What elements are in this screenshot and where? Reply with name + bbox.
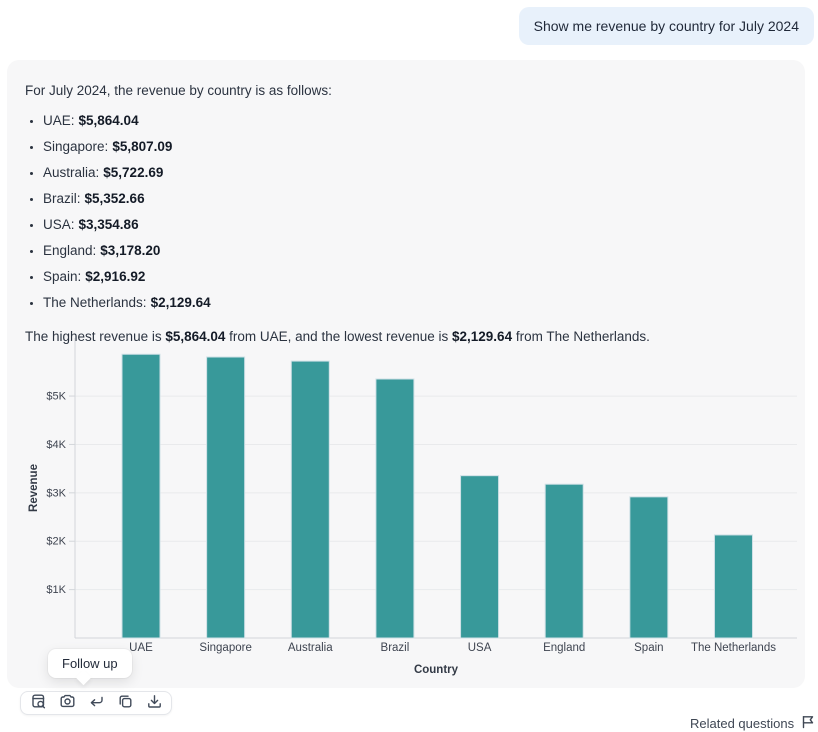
answer-toolbar xyxy=(20,691,172,715)
x-tick-label: England xyxy=(543,642,585,654)
revenue-value: $2,129.64 xyxy=(151,295,211,310)
revenue-list: UAE: $5,864.04 Singapore: $5,807.09 Austra… xyxy=(25,111,794,313)
user-message-text: Show me revenue by country for July 2024 xyxy=(534,18,799,34)
camera-button[interactable] xyxy=(57,693,77,713)
revenue-bar-chart: $1K $2K $3K $4K $5K UAE Singapore Australia Braz… xyxy=(25,335,805,683)
follow-up-tooltip-label: Follow up xyxy=(62,656,118,671)
bar-Australia[interactable] xyxy=(291,361,329,638)
y-tick-label: $5K xyxy=(46,391,66,403)
x-tick-label: The Netherlands xyxy=(691,642,776,654)
list-item: UAE: $5,864.04 xyxy=(43,111,794,131)
download-button[interactable] xyxy=(144,693,164,713)
x-tick-label: Spain xyxy=(634,642,663,654)
country-label: Brazil: xyxy=(43,191,81,206)
country-label: USA: xyxy=(43,217,75,232)
bar-Singapore[interactable] xyxy=(207,357,245,638)
country-label: Singapore: xyxy=(43,139,108,154)
download-icon xyxy=(146,693,163,713)
copy-icon xyxy=(117,693,134,713)
country-label: Spain: xyxy=(43,269,81,284)
list-item: Australia: $5,722.69 xyxy=(43,163,794,183)
user-message-bubble: Show me revenue by country for July 2024 xyxy=(519,7,814,45)
bar-USA[interactable] xyxy=(461,476,499,638)
copy-button[interactable] xyxy=(115,693,135,713)
x-tick-label: Australia xyxy=(288,642,333,654)
country-label: UAE: xyxy=(43,113,75,128)
revenue-value: $5,352.66 xyxy=(85,191,145,206)
y-tick-label: $4K xyxy=(46,439,66,451)
list-item: Singapore: $5,807.09 xyxy=(43,137,794,157)
revenue-value: $3,354.86 xyxy=(79,217,139,232)
bar-England[interactable] xyxy=(545,484,583,638)
country-label: England: xyxy=(43,243,96,258)
camera-icon xyxy=(59,693,76,713)
y-axis-title: Revenue xyxy=(28,464,40,512)
y-tick-label: $2K xyxy=(46,536,66,548)
list-item: USA: $3,354.86 xyxy=(43,215,794,235)
answer-intro: For July 2024, the revenue by country is… xyxy=(25,81,794,101)
x-tick-label: USA xyxy=(468,642,492,654)
x-tick-label: Brazil xyxy=(381,642,410,654)
country-label: The Netherlands: xyxy=(43,295,147,310)
revenue-value: $3,178.20 xyxy=(100,243,160,258)
country-label: Australia: xyxy=(43,165,99,180)
x-tick-label: Singapore xyxy=(199,642,251,654)
view-data-icon xyxy=(30,693,47,713)
x-tick-label: UAE xyxy=(129,642,153,654)
x-axis-title: Country xyxy=(414,664,459,676)
related-questions-label: Related questions xyxy=(690,716,794,731)
bar-Spain[interactable] xyxy=(630,497,668,638)
answer-card: For July 2024, the revenue by country is… xyxy=(7,60,805,688)
list-item: England: $3,178.20 xyxy=(43,241,794,261)
related-questions-icon xyxy=(801,715,815,732)
list-item: Brazil: $5,352.66 xyxy=(43,189,794,209)
list-item: The Netherlands: $2,129.64 xyxy=(43,293,794,313)
follow-up-tooltip: Follow up xyxy=(48,649,132,678)
follow-up-button[interactable] xyxy=(86,693,106,713)
view-data-button[interactable] xyxy=(28,693,48,713)
y-tick-label: $1K xyxy=(46,584,66,596)
revenue-value: $5,722.69 xyxy=(103,165,163,180)
revenue-value: $5,807.09 xyxy=(112,139,172,154)
revenue-value: $5,864.04 xyxy=(79,113,139,128)
bar-The Netherlands[interactable] xyxy=(714,535,752,638)
follow-up-return-icon xyxy=(88,693,105,713)
y-tick-label: $3K xyxy=(46,487,66,499)
bar-UAE[interactable] xyxy=(122,354,160,638)
list-item: Spain: $2,916.92 xyxy=(43,267,794,287)
bar-Brazil[interactable] xyxy=(376,379,414,638)
related-questions-button[interactable]: Related questions xyxy=(690,715,815,732)
revenue-value: $2,916.92 xyxy=(85,269,145,284)
